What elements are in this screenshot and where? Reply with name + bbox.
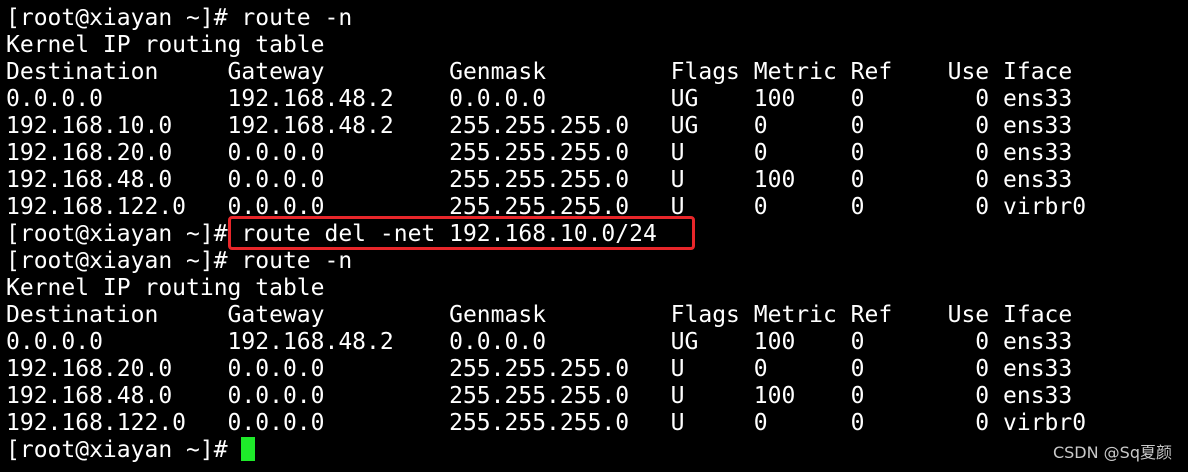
table-header: Destination Gateway Genmask Flags Metric… [6,59,1073,85]
table-row: 192.168.10.0 192.168.48.2 255.255.255.0 … [6,113,1073,139]
table-header: Destination Gateway Genmask Flags Metric… [6,302,1073,328]
table-row: 0.0.0.0 192.168.48.2 0.0.0.0 UG 100 0 0 … [6,86,1073,112]
table-row: 192.168.122.0 0.0.0.0 255.255.255.0 U 0 … [6,410,1087,436]
terminal-window[interactable]: [root@xiayan ~]# route -n Kernel IP rout… [0,0,1188,472]
table-row: 192.168.20.0 0.0.0.0 255.255.255.0 U 0 0… [6,140,1073,166]
terminal-line: Kernel IP routing table [6,275,325,301]
table-row: 192.168.20.0 0.0.0.0 255.255.255.0 U 0 0… [6,356,1073,382]
terminal-line: [root@xiayan ~]# route -n [6,5,353,31]
terminal-line: [root@xiayan ~]# route -n [6,248,353,274]
watermark: CSDN @Sq夏颜 [1052,443,1172,462]
cursor [241,437,256,461]
highlight-annotation-box [228,216,695,250]
table-row: 0.0.0.0 192.168.48.2 0.0.0.0 UG 100 0 0 … [6,329,1073,355]
current-prompt-line[interactable]: [root@xiayan ~]# [6,437,256,464]
table-row: 192.168.48.0 0.0.0.0 255.255.255.0 U 100… [6,167,1073,193]
table-row: 192.168.48.0 0.0.0.0 255.255.255.0 U 100… [6,383,1073,409]
prompt-text: [root@xiayan ~]# [6,437,242,463]
terminal-line: Kernel IP routing table [6,32,325,58]
